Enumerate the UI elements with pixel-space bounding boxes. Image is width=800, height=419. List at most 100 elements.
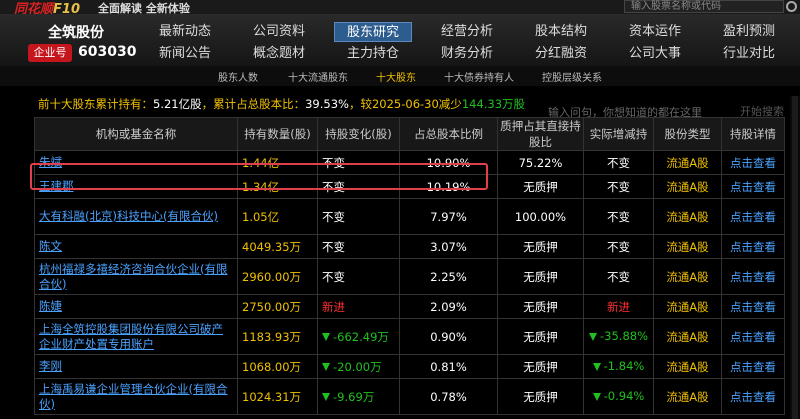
cell-change-value: -662.49万	[333, 329, 389, 344]
col-quantity: 持有数量(股)	[237, 117, 318, 151]
cell-actual-value: -1.84%	[603, 359, 645, 373]
cell-actual: 不变	[583, 150, 654, 175]
summary-ratio: 39.53%	[305, 97, 349, 111]
summary-change: 144.33万股	[461, 97, 526, 111]
holder-name-link[interactable]: 杭州福禄多禧经济咨询合伙企业(有限合伙)	[34, 258, 238, 295]
cell-actual: 不变	[583, 174, 654, 199]
subtab-top10-float[interactable]: 十大流通股东	[288, 69, 348, 84]
cell-qty: 1.05亿	[237, 198, 318, 235]
cell-actual-value: -0.94%	[603, 389, 645, 403]
brand-bar: 同花顺F10 全面解读 全新体验 输入股票名称或代码	[0, 0, 800, 17]
cell-actual: 不变	[583, 198, 654, 235]
nav-industry[interactable]: 行业对比	[710, 44, 788, 64]
cell-actual-value: -35.88%	[600, 329, 648, 343]
cell-pledge: 无质押	[497, 234, 584, 259]
holder-name-link[interactable]: 上海禹易谦企业管理合伙企业(有限合伙)	[34, 378, 238, 415]
cell-type: 流通A股	[653, 234, 722, 259]
table-row: 上海禹易谦企业管理合伙企业(有限合伙) 1024.31万 -9.69万 0.78…	[34, 378, 785, 415]
nav-dividend[interactable]: 分红融资	[522, 44, 600, 64]
scrollbar[interactable]	[790, 96, 800, 419]
nav-shareholder-research[interactable]: 股东研究	[334, 22, 412, 42]
nav-news[interactable]: 新闻公告	[146, 44, 224, 64]
cell-pct: 7.97%	[399, 198, 498, 235]
nav-latest[interactable]: 最新动态	[146, 22, 224, 42]
detail-link[interactable]: 点击查看	[721, 174, 785, 199]
summary-total-shares: 5.21亿股	[153, 97, 202, 111]
down-arrow-icon	[322, 393, 330, 401]
nav-main-holdings[interactable]: 主力持仓	[334, 44, 412, 64]
holder-name-link[interactable]: 大有科融(北京)科技中心(有限合伙)	[34, 198, 238, 235]
sub-nav: 股东人数 十大流通股东 十大股东 十大债券持有人 控股层级关系	[0, 66, 800, 86]
subtab-holder-count[interactable]: 股东人数	[218, 69, 258, 84]
table-row: 陈婕 2750.00万 新进 2.09% 无质押 新进 流通A股 点击查看	[34, 294, 785, 319]
table-row: 大有科融(北京)科技中心(有限合伙) 1.05亿 不变 7.97% 100.00…	[34, 198, 785, 235]
cell-change-value: -20.00万	[333, 359, 382, 374]
detail-link[interactable]: 点击查看	[721, 234, 785, 259]
holder-name-link[interactable]: 李刚	[34, 354, 238, 379]
cell-pct: 2.25%	[399, 258, 498, 295]
cell-type: 流通A股	[653, 294, 722, 319]
nav-financial[interactable]: 财务分析	[428, 44, 506, 64]
detail-link[interactable]: 点击查看	[721, 198, 785, 235]
cell-change: 不变	[317, 234, 400, 259]
cell-pledge: 无质押	[497, 174, 584, 199]
table-header-row: 机构或基金名称 持有数量(股) 持股变化(股) 占总股本比例 质押占其直接持股比…	[34, 117, 785, 151]
summary-label-total: 前十大股东累计持有：	[38, 97, 153, 111]
cell-change: -662.49万	[317, 318, 400, 355]
cell-type: 流通A股	[653, 318, 722, 355]
cell-qty: 2750.00万	[237, 294, 318, 319]
cell-pledge: 无质押	[497, 378, 584, 415]
col-pct: 占总股本比例	[399, 117, 498, 151]
cell-actual: 新进	[583, 294, 654, 319]
nav-concepts[interactable]: 概念题材	[240, 44, 318, 64]
holder-name-link[interactable]: 陈文	[34, 234, 238, 259]
nav-equity-structure[interactable]: 股本结构	[522, 22, 600, 42]
nav-operation[interactable]: 经营分析	[428, 22, 506, 42]
holder-name-link[interactable]: 上海全筑控股集团股份有限公司破产企业财产处置专用账户	[34, 318, 238, 355]
cell-type: 流通A股	[653, 258, 722, 295]
cell-type: 流通A股	[653, 150, 722, 175]
cell-qty: 1024.31万	[237, 378, 318, 415]
cell-qty: 1068.00万	[237, 354, 318, 379]
down-arrow-icon	[592, 392, 601, 401]
cell-actual: 不变	[583, 234, 654, 259]
detail-link[interactable]: 点击查看	[721, 354, 785, 379]
detail-link[interactable]: 点击查看	[721, 378, 785, 415]
down-arrow-icon	[589, 332, 597, 341]
cell-type: 流通A股	[653, 198, 722, 235]
detail-link[interactable]: 点击查看	[721, 258, 785, 295]
table-row: 李刚 1068.00万 -20.00万 0.81% 无质押 -1.84% 流通A…	[34, 354, 785, 379]
holder-name-link[interactable]: 陈婕	[34, 294, 238, 319]
enterprise-badge[interactable]: 企业号	[28, 44, 72, 62]
cell-change: -9.69万	[317, 378, 400, 415]
nav-company-info[interactable]: 公司资料	[240, 22, 318, 42]
cell-change: 不变	[317, 258, 400, 295]
table-row: 陈文 4049.35万 不变 3.07% 无质押 不变 流通A股 点击查看	[34, 234, 785, 259]
cell-actual: -35.88%	[583, 318, 654, 355]
subtab-control-tree[interactable]: 控股层级关系	[542, 69, 602, 84]
cell-pct: 0.78%	[399, 378, 498, 415]
search-icon[interactable]	[786, 1, 797, 12]
nav-capital-ops[interactable]: 资本运作	[616, 22, 694, 42]
col-share-type: 股份类型	[653, 117, 722, 151]
cell-change: 不变	[317, 198, 400, 235]
cell-actual: 不变	[583, 258, 654, 295]
summary-label-change: ，较2025-06-30减少	[348, 97, 462, 111]
cell-change-value: -9.69万	[333, 389, 375, 404]
cell-pledge: 无质押	[497, 294, 584, 319]
table-row: 上海全筑控股集团股份有限公司破产企业财产处置专用账户 1183.93万 -662…	[34, 318, 785, 355]
subtab-top10[interactable]: 十大股东	[376, 69, 416, 84]
nav-events[interactable]: 公司大事	[616, 44, 694, 64]
down-arrow-icon	[322, 333, 330, 341]
cell-pledge: 无质押	[497, 318, 584, 355]
detail-link[interactable]: 点击查看	[721, 294, 785, 319]
scrollbar-thumb[interactable]	[792, 96, 798, 419]
subtab-bond-holders[interactable]: 十大债券持有人	[444, 69, 514, 84]
highlight-box	[30, 163, 488, 190]
detail-link[interactable]: 点击查看	[721, 150, 785, 175]
cell-qty: 1183.93万	[237, 318, 318, 355]
nav-forecast[interactable]: 盈利预测	[710, 22, 788, 42]
detail-link[interactable]: 点击查看	[721, 318, 785, 355]
stock-search-input[interactable]: 输入股票名称或代码	[624, 0, 784, 13]
cell-pct: 0.81%	[399, 354, 498, 379]
